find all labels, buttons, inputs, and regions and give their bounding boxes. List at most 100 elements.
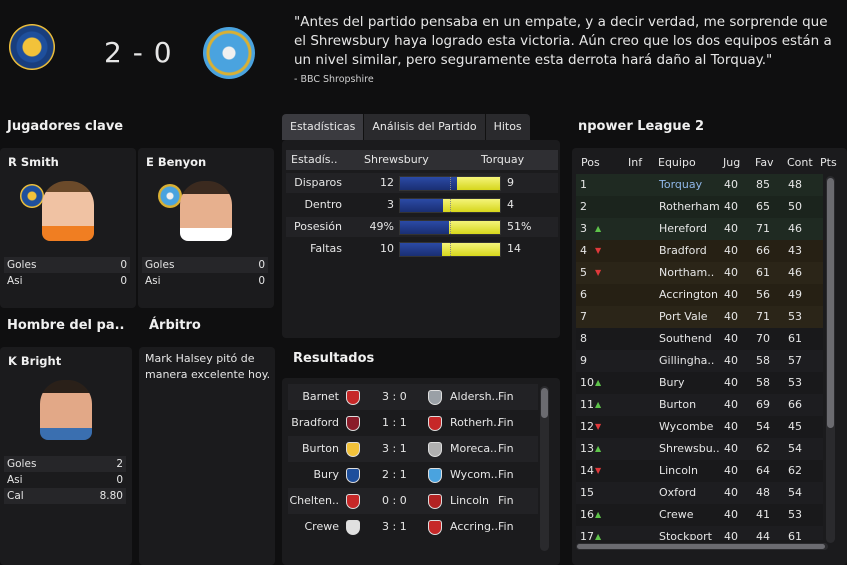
- row-goals-against: 50: [788, 200, 802, 213]
- motm-card[interactable]: K Bright Goles 2 Asi 0 Cal 8.80: [0, 347, 132, 565]
- row-goals-for: 41: [756, 508, 770, 521]
- result-row[interactable]: Barnet 3 : 0 Aldersh.. Fin: [288, 384, 538, 410]
- row-goals-against: 49: [788, 288, 802, 301]
- league-table-row[interactable]: 13 ▲ Shrewsbu.. 40 62 54: [576, 438, 823, 460]
- row-team: Stockport: [659, 530, 712, 540]
- league-table-row[interactable]: 3 ▲ Hereford 40 71 46: [576, 218, 823, 240]
- player-card-e-benyon[interactable]: E Benyon Goles 0 Asi 0: [138, 148, 274, 308]
- stat-home-value: 10: [380, 242, 394, 255]
- row-pos: 10: [580, 376, 594, 389]
- result-row[interactable]: Bury 2 : 1 Wycom.. Fin: [288, 462, 538, 488]
- result-row[interactable]: Crewe 3 : 1 Accring.. Fin: [288, 514, 538, 540]
- scrollbar-thumb[interactable]: [827, 178, 834, 428]
- row-goals-for: 71: [756, 222, 770, 235]
- result-score: 0 : 0: [382, 494, 407, 507]
- league-table-header: Pos Inf Equipo Jug Fav Cont Pts: [576, 152, 838, 174]
- league-table-row[interactable]: 14 ▼ Lincoln 40 64 62: [576, 460, 823, 482]
- tab-hitos[interactable]: Hitos: [485, 114, 530, 140]
- row-team: Hereford: [659, 222, 708, 235]
- tab-analisis-partido[interactable]: Análisis del Partido: [364, 114, 486, 140]
- league-table-row[interactable]: 1 Torquay 40 85 48: [576, 174, 823, 196]
- col-cont[interactable]: Cont: [787, 152, 813, 174]
- league-table-row[interactable]: 15 Oxford 40 48 54: [576, 482, 823, 504]
- row-pos: 13: [580, 442, 594, 455]
- league-table-row[interactable]: 8 Southend 40 70 61: [576, 328, 823, 350]
- row-goals-against: 53: [788, 376, 802, 389]
- result-row[interactable]: Burton 3 : 1 Moreca.. Fin: [288, 436, 538, 462]
- league-table-row[interactable]: 10 ▲ Bury 40 58 53: [576, 372, 823, 394]
- row-pos: 16: [580, 508, 594, 521]
- col-inf[interactable]: Inf: [628, 152, 642, 174]
- row-played: 40: [724, 530, 738, 540]
- row-goals-against: 46: [788, 266, 802, 279]
- league-table-row[interactable]: 4 ▼ Bradford 40 66 43: [576, 240, 823, 262]
- league-scrollbar-vertical[interactable]: [826, 176, 835, 543]
- league-table-row[interactable]: 7 Port Vale 40 71 53: [576, 306, 823, 328]
- result-row[interactable]: Chelten.. 0 : 0 Lincoln Fin: [288, 488, 538, 514]
- result-away-team: Aldersh..: [450, 390, 499, 403]
- match-stats-panel: Estadís.. Shrewsbury Torquay Disparos 12 9…: [282, 140, 560, 338]
- shrewsbury-crest[interactable]: [9, 24, 55, 70]
- match-stats-header: Estadís.. Shrewsbury Torquay: [286, 150, 558, 170]
- col-pos[interactable]: Pos: [581, 152, 600, 174]
- col-equipo[interactable]: Equipo: [658, 152, 696, 174]
- quote-source: - BBC Shropshire: [294, 74, 374, 85]
- club-crest-icon: [20, 184, 44, 208]
- row-goals-for: 44: [756, 530, 770, 540]
- row-goals-for: 65: [756, 200, 770, 213]
- league-table-row[interactable]: 17 ▲ Stockport 40 44 61: [576, 526, 823, 540]
- results-list: Barnet 3 : 0 Aldersh.. Fin Bradford 1 : 1 Roth…: [288, 384, 538, 554]
- stat-away-value: 14: [507, 242, 521, 255]
- league-table-row[interactable]: 11 ▲ Burton 40 69 66: [576, 394, 823, 416]
- result-row[interactable]: Bradford 1 : 1 Rotherh.. Fin: [288, 410, 538, 436]
- scrollbar-thumb[interactable]: [577, 544, 825, 549]
- col-pts[interactable]: Pts: [820, 152, 837, 174]
- row-goals-for: 71: [756, 310, 770, 323]
- result-home-team: Barnet: [302, 390, 339, 403]
- home-bar: [400, 199, 443, 212]
- row-pos: 6: [580, 288, 587, 301]
- scrollbar-thumb[interactable]: [541, 388, 548, 418]
- results-scrollbar[interactable]: [540, 386, 549, 551]
- position-down-icon: ▼: [595, 268, 602, 277]
- stat-away-value: 51%: [507, 220, 532, 233]
- row-played: 40: [724, 178, 738, 191]
- stat-row: Asi 0: [145, 275, 265, 287]
- referee-comment: Mark Halsey pitó de manera excelente hoy…: [145, 352, 271, 381]
- league-table-row[interactable]: 16 ▲ Crewe 40 41 53: [576, 504, 823, 526]
- league-table-row[interactable]: 9 Gillingha.. 40 58 57: [576, 350, 823, 372]
- torquay-crest[interactable]: [203, 27, 255, 79]
- player-card-r-smith[interactable]: R Smith Goles 0 Asi 0: [0, 148, 136, 308]
- league-table-row[interactable]: 6 Accrington 40 56 49: [576, 284, 823, 306]
- stat-row: Asi 0: [7, 474, 123, 486]
- bar-midline: [450, 177, 451, 190]
- row-pos: 14: [580, 464, 594, 477]
- home-bar: [400, 177, 457, 190]
- row-team: Southend: [659, 332, 712, 345]
- row-pos: 11: [580, 398, 594, 411]
- home-team-badge-icon: [346, 390, 360, 405]
- stat-label: Posesión: [294, 220, 342, 233]
- league-scrollbar-horizontal[interactable]: [576, 543, 828, 550]
- league-table-row[interactable]: 2 Rotherham 40 65 50: [576, 196, 823, 218]
- league-table-row[interactable]: 12 ▼ Wycombe 40 54 45: [576, 416, 823, 438]
- league-table-row[interactable]: 5 ▼ Northam.. 40 61 46: [576, 262, 823, 284]
- row-goals-for: 54: [756, 420, 770, 433]
- col-fav[interactable]: Fav: [755, 152, 774, 174]
- stat-label: Disparos: [294, 176, 342, 189]
- row-pos: 2: [580, 200, 587, 213]
- league-table-panel: Pos Inf Equipo Jug Fav Cont Pts 1 Torquay…: [572, 148, 847, 565]
- col-jug[interactable]: Jug: [723, 152, 740, 174]
- stat-comparison-bar: [399, 242, 501, 257]
- tab-estadisticas[interactable]: Estadísticas: [282, 114, 365, 140]
- player-name: E Benyon: [146, 155, 207, 169]
- stat-row: Asi 0: [7, 275, 127, 287]
- result-home-team: Burton: [301, 442, 339, 455]
- results-title: Resultados: [293, 351, 375, 366]
- stat-away-value: 9: [507, 176, 514, 189]
- match-quote: "Antes del partido pensaba en un empate,…: [294, 14, 832, 68]
- row-played: 40: [724, 310, 738, 323]
- row-pos: 7: [580, 310, 587, 323]
- row-goals-for: 62: [756, 442, 770, 455]
- stat-away-value: 4: [507, 198, 514, 211]
